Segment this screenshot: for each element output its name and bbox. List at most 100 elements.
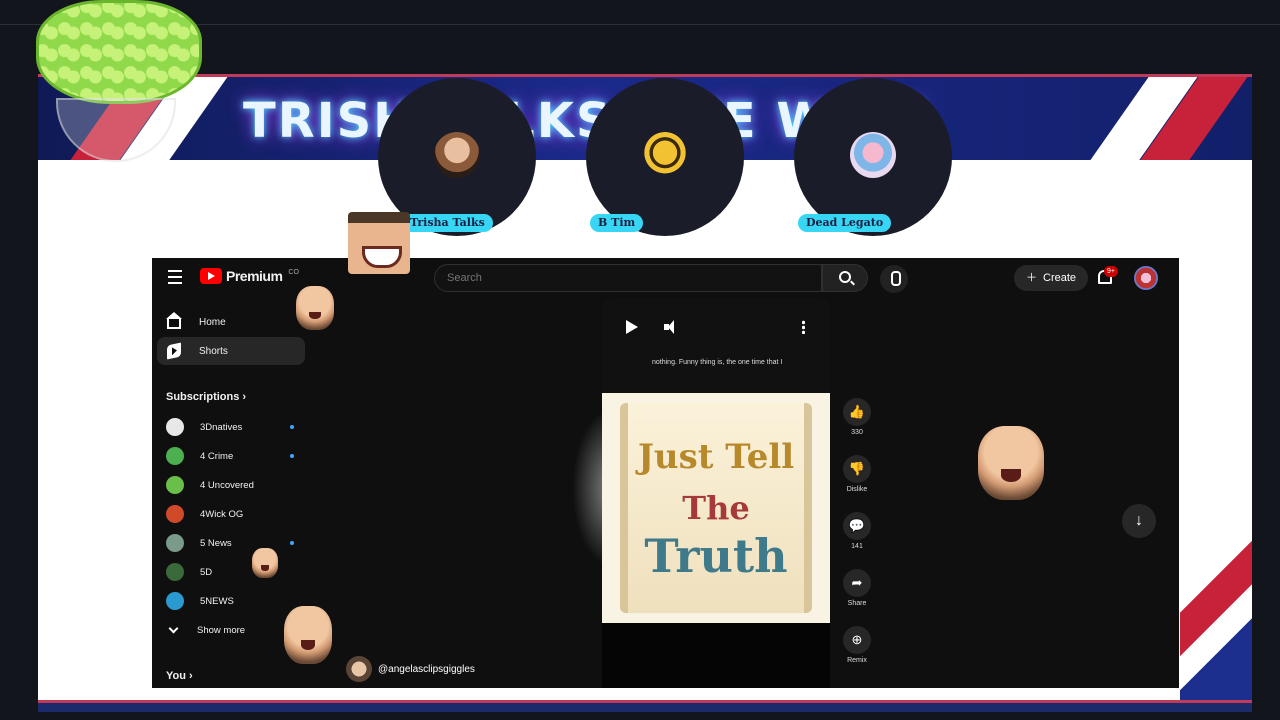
next-short-button[interactable]: ↓ <box>1122 504 1156 538</box>
stream-overlay: TRISH TALKS LIVE WICK Trisha Talks B Tim… <box>0 0 1280 720</box>
subscriptions-title: Subscriptions <box>166 391 240 403</box>
subscription-item[interactable]: 3Dnatives <box>166 417 296 437</box>
subscription-label: 4Wick OG <box>200 508 244 520</box>
bottom-bar <box>38 700 1252 712</box>
video-frame: Just Tell The Truth <box>602 393 830 623</box>
video-caption: nothing. Funny thing is, the one time th… <box>652 359 783 366</box>
more-options-icon[interactable] <box>802 320 805 334</box>
arrow-down-icon: ↓ <box>1135 512 1143 529</box>
subscription-label: 4 Crime <box>200 450 234 462</box>
sidebar-item-shorts[interactable]: Shorts <box>157 337 305 365</box>
flag-stripes <box>1180 540 1252 710</box>
subscription-label: 5NEWS <box>200 595 234 607</box>
participant-avatar <box>850 132 896 178</box>
subscription-item[interactable]: 4 Crime <box>166 446 296 466</box>
new-content-dot <box>290 454 294 458</box>
shorts-icon <box>167 342 181 360</box>
participant-name: Trisha Talks <box>402 214 493 232</box>
logo-country: CO <box>288 268 299 276</box>
create-button[interactable]: ＋ Create <box>1014 265 1089 291</box>
thumbs-down-button[interactable]: 👎 Dislike <box>838 455 876 493</box>
channel-avatar <box>166 476 184 494</box>
channel-avatar <box>166 563 184 581</box>
participant-circle[interactable] <box>794 78 952 236</box>
sidebar-item-label: Shorts <box>199 345 228 357</box>
scroll-text-line: Just Tell <box>637 437 795 477</box>
logo-text: Premium <box>226 268 283 284</box>
subscription-label: 5 News <box>200 537 232 549</box>
thumbs-up-icon: 👍 <box>843 398 871 426</box>
remix-button[interactable]: ⊕ Remix <box>838 626 876 664</box>
action-label: Remix <box>847 657 867 664</box>
channel-avatar <box>346 656 372 682</box>
volume-icon[interactable] <box>664 320 680 334</box>
shorts-player[interactable]: nothing. Funny thing is, the one time th… <box>602 298 830 688</box>
share-button[interactable]: ➦ Share <box>838 569 876 607</box>
player-controls: nothing. Funny thing is, the one time th… <box>602 298 830 393</box>
show-more-label: Show more <box>197 624 246 636</box>
reaction-emote <box>252 548 278 578</box>
menu-icon[interactable] <box>168 270 182 284</box>
channel-avatar <box>166 447 184 465</box>
action-label: 330 <box>851 429 863 436</box>
channel-avatar <box>166 592 184 610</box>
subscription-item[interactable]: 5 News <box>166 533 296 553</box>
search-button[interactable] <box>822 264 868 292</box>
thumbs-down-icon: 👎 <box>843 455 871 483</box>
new-content-dot <box>290 425 294 429</box>
play-icon[interactable] <box>626 320 638 334</box>
new-content-dot <box>290 541 294 545</box>
chevron-right-icon: › <box>242 391 247 403</box>
subscription-item[interactable]: 5NEWS <box>166 591 296 611</box>
account-avatar[interactable] <box>1134 266 1158 290</box>
chevron-down-icon <box>168 623 179 633</box>
participant-name: Dead Legato <box>798 214 892 232</box>
tree-avatar-icon <box>36 0 202 104</box>
youtube-play-icon <box>200 268 222 284</box>
thumbs-up-button[interactable]: 👍 330 <box>838 398 876 436</box>
microphone-icon[interactable] <box>880 265 908 293</box>
plus-icon: ＋ <box>1026 272 1037 284</box>
youtube-logo[interactable]: Premium CO <box>200 268 299 284</box>
sidebar-item-label: Home <box>199 316 226 328</box>
channel-tag[interactable]: @angelasclipsgiggles <box>346 656 475 682</box>
action-label: Dislike <box>846 486 868 493</box>
subscriptions-heading[interactable]: Subscriptions › <box>166 391 246 403</box>
subscription-item[interactable]: 4 Uncovered <box>166 475 296 495</box>
comment-icon: 💬 <box>843 512 871 540</box>
channel-avatar <box>166 534 184 552</box>
action-label: 141 <box>851 543 863 550</box>
remix-icon: ⊕ <box>843 626 871 654</box>
subscription-item[interactable]: 4Wick OG <box>166 504 296 524</box>
share-icon: ➦ <box>843 569 871 597</box>
scroll-text-line: The <box>682 489 750 527</box>
subscription-label: 4 Uncovered <box>200 479 254 491</box>
action-label: Share <box>847 600 867 607</box>
subscription-label: 3Dnatives <box>200 421 243 433</box>
you-heading[interactable]: You › <box>166 670 193 682</box>
reaction-emote <box>296 286 334 330</box>
notification-badge: 9+ <box>1104 266 1118 277</box>
scroll-text-line: Truth <box>644 529 788 583</box>
home-icon <box>166 311 182 329</box>
create-label: Create <box>1043 272 1077 284</box>
reaction-emote <box>348 212 410 274</box>
participant-name: B Tim <box>590 214 644 232</box>
comment-button[interactable]: 💬 141 <box>838 512 876 550</box>
participant-circle[interactable] <box>586 78 744 236</box>
you-title: You <box>166 670 186 682</box>
chevron-right-icon: › <box>189 670 193 682</box>
participant-avatar <box>434 132 480 178</box>
sidebar-item-home[interactable]: Home <box>157 308 305 336</box>
scroll-image: Just Tell The Truth <box>620 403 812 613</box>
participant-avatar <box>642 132 688 178</box>
show-more-button[interactable]: Show more <box>166 620 296 640</box>
subscription-label: 5D <box>200 566 213 578</box>
search-input[interactable] <box>434 264 822 292</box>
channel-handle: @angelasclipsgiggles <box>378 663 475 675</box>
reaction-emote <box>978 426 1044 500</box>
reaction-emote <box>284 606 332 664</box>
channel-avatar <box>166 418 184 436</box>
search-icon <box>839 271 851 283</box>
channel-avatar <box>166 505 184 523</box>
